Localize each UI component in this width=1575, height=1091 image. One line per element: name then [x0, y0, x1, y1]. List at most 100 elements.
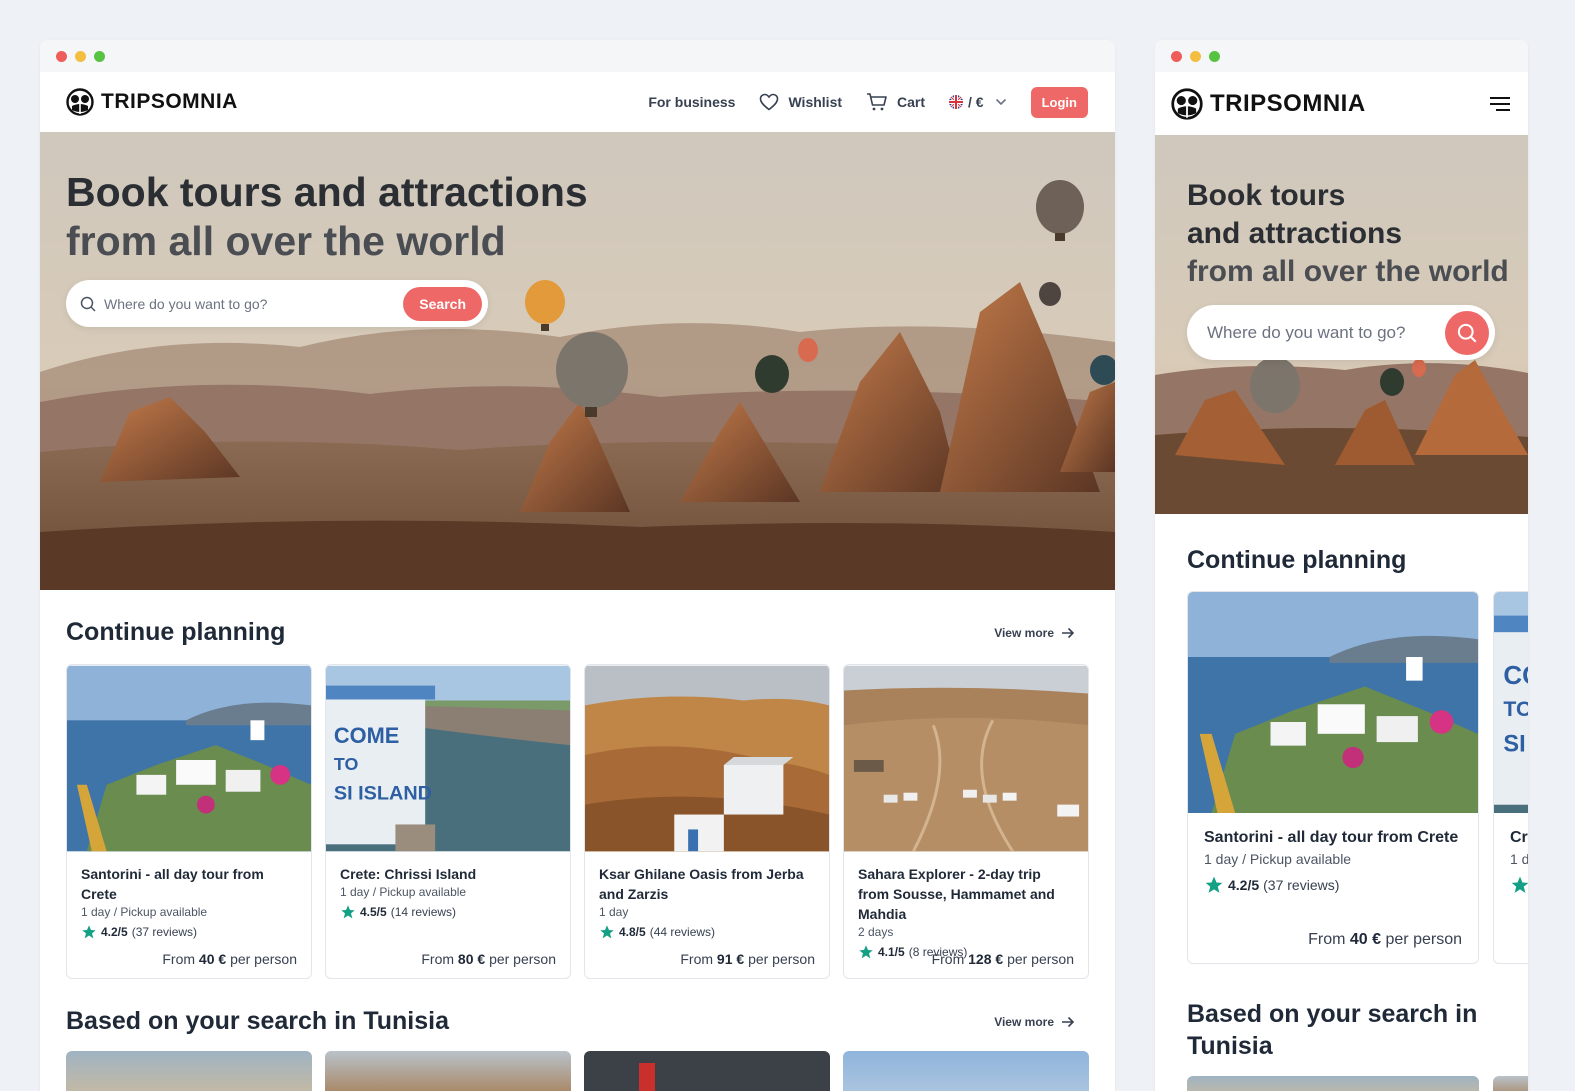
login-button[interactable]: Login	[1030, 86, 1088, 118]
based-on-search-cards	[66, 1051, 1089, 1091]
card-rating: 4.2/5 (37 reviews)	[81, 924, 297, 940]
close-dot[interactable]	[1171, 50, 1182, 62]
price-prefix: From	[680, 951, 714, 967]
uk-flag-icon	[949, 95, 964, 109]
hero-search-bar: Search	[66, 280, 488, 327]
wishlist-label: Wishlist	[788, 94, 843, 110]
price-suffix: per person	[230, 951, 297, 967]
mobile-continue-planning-section: Continue planning Santorini - all day to…	[1155, 514, 1528, 964]
card-rating: 4.2/5 (37 reviews)	[1204, 875, 1462, 895]
tour-card-partial[interactable]	[584, 1051, 830, 1091]
svg-text:CO: CO	[1503, 660, 1528, 690]
search-input[interactable]	[1207, 322, 1445, 343]
review-count: (37 reviews)	[1263, 877, 1340, 893]
based-on-search-section: Based on your search in Tunisia View mor…	[40, 979, 1115, 1091]
card-body: Crete: Chrissi Island 1 day / Pickup ava…	[326, 852, 570, 932]
mobile-based-on-search-cards	[1187, 1076, 1528, 1091]
card-image-sahara-explorer	[844, 665, 1088, 852]
star-icon	[341, 905, 355, 919]
arrow-right-icon	[1062, 1016, 1075, 1027]
globe-logo-icon	[66, 88, 94, 116]
star-icon	[859, 945, 873, 959]
tour-card[interactable]: Santorini - all day tour from Crete 1 da…	[1187, 591, 1479, 964]
chevron-down-icon	[995, 98, 1006, 106]
continue-planning-title: Continue planning	[66, 618, 286, 646]
continue-planning-header: Continue planning View more	[66, 618, 1089, 647]
brand-logo[interactable]: TRIPSOMNIA	[66, 88, 238, 116]
maximize-dot[interactable]	[1209, 50, 1220, 62]
tour-card-partial[interactable]	[1187, 1076, 1479, 1091]
hero-title-line1: Book tours	[1187, 179, 1346, 212]
close-dot[interactable]	[56, 50, 67, 62]
price-prefix: From	[1308, 931, 1346, 948]
price-suffix: per person	[1007, 951, 1074, 967]
brand-logo[interactable]: TRIPSOMNIA	[1171, 87, 1366, 120]
language-currency-select[interactable]: / €	[949, 94, 1007, 110]
hamburger-menu-icon[interactable]	[1489, 96, 1511, 112]
maximize-dot[interactable]	[94, 50, 105, 62]
based-on-search-view-more[interactable]: View more	[994, 1015, 1075, 1029]
for-business-link[interactable]: For business	[648, 94, 735, 110]
rating-value: 4.2/5	[101, 925, 128, 939]
lang-currency-label: / €	[968, 94, 984, 110]
search-button[interactable]	[1445, 310, 1489, 355]
card-price: From 40 € per person	[1308, 931, 1462, 949]
view-more-label: View more	[994, 625, 1054, 640]
continue-planning-cards: Santorini - all day tour from Crete 1 da…	[66, 664, 1089, 979]
main-nav: For business Wishlist Cart / € Login	[648, 86, 1088, 118]
star-icon	[1205, 876, 1223, 893]
tour-card-partial[interactable]	[1493, 1076, 1528, 1091]
card-subtitle: 1 day / Pickup available	[1204, 851, 1352, 867]
view-more-label: View more	[994, 1014, 1054, 1029]
tour-card-partial[interactable]	[843, 1051, 1089, 1091]
cart-label: Cart	[897, 94, 926, 110]
continue-planning-view-more[interactable]: View more	[994, 626, 1075, 640]
card-title: Ksar Ghilane Oasis from Jerba and Zarzis	[599, 866, 804, 902]
card-title: Crete: Chrissi Island	[340, 866, 477, 882]
continue-planning-section: Continue planning View more Santorini - …	[40, 590, 1115, 979]
hero-title-line2: and attractions	[1187, 217, 1403, 250]
tour-card-peek[interactable]: CO TO SI IS Cr 1 d	[1493, 591, 1528, 964]
tour-card-partial[interactable]	[66, 1051, 312, 1091]
based-on-search-title-line1: Based on your search in	[1187, 1000, 1478, 1028]
brand-name: TRIPSOMNIA	[1210, 89, 1366, 117]
search-icon	[1457, 323, 1477, 342]
card-title: Sahara Explorer - 2-day trip from Sousse…	[858, 866, 1055, 922]
card-subtitle: 1 day / Pickup available	[81, 905, 208, 919]
card-body: Cr 1 d	[1494, 813, 1528, 909]
wishlist-link[interactable]: Wishlist	[759, 93, 842, 111]
svg-text:SI ISLAND: SI ISLAND	[334, 783, 432, 805]
mobile-hero-title: Book tours and attractions from all over…	[1187, 177, 1509, 291]
card-price: From 80 € per person	[421, 951, 556, 967]
continue-planning-title: Continue planning	[1187, 546, 1407, 574]
card-image-chrissi-island: CO TO SI IS	[1494, 592, 1528, 813]
card-subtitle: 2 days	[858, 925, 894, 939]
search-input[interactable]	[104, 295, 404, 312]
tour-card-partial[interactable]	[325, 1051, 571, 1091]
rating-value: 4.1/5	[878, 945, 905, 959]
svg-text:COME: COME	[334, 723, 399, 748]
based-on-search-header: Based on your search in Tunisia View mor…	[66, 1007, 1089, 1036]
mobile-continue-planning-cards: Santorini - all day tour from Crete 1 da…	[1187, 591, 1528, 964]
search-button[interactable]: Search	[403, 286, 482, 321]
price-prefix: From	[931, 951, 965, 967]
minimize-dot[interactable]	[75, 50, 86, 62]
tour-card[interactable]: Santorini - all day tour from Crete 1 da…	[66, 664, 312, 979]
card-price: From 40 € per person	[162, 951, 297, 967]
flag-graphic	[639, 1063, 655, 1091]
rating-value: 4.2/5	[1228, 877, 1260, 893]
minimize-dot[interactable]	[1190, 50, 1201, 62]
window-chrome	[40, 40, 1115, 72]
hero-title: Book tours and attractions from all over…	[66, 168, 588, 266]
card-price: From 91 € per person	[680, 951, 815, 967]
arrow-right-icon	[1062, 627, 1075, 638]
tour-card[interactable]: COME TO SI ISLAND Crete: Chrissi Island …	[325, 664, 571, 979]
cart-link[interactable]: Cart	[866, 92, 925, 112]
tour-card[interactable]: Sahara Explorer - 2-day trip from Sousse…	[843, 664, 1089, 979]
review-count: (37 reviews)	[131, 925, 198, 939]
based-on-search-title: Based on your search in Tunisia	[66, 1007, 449, 1035]
price-value: 91 €	[716, 951, 745, 967]
card-body: Ksar Ghilane Oasis from Jerba and Zarzis…	[585, 852, 829, 952]
card-price: From 128 € per person	[932, 951, 1074, 967]
tour-card[interactable]: Ksar Ghilane Oasis from Jerba and Zarzis…	[584, 664, 830, 979]
